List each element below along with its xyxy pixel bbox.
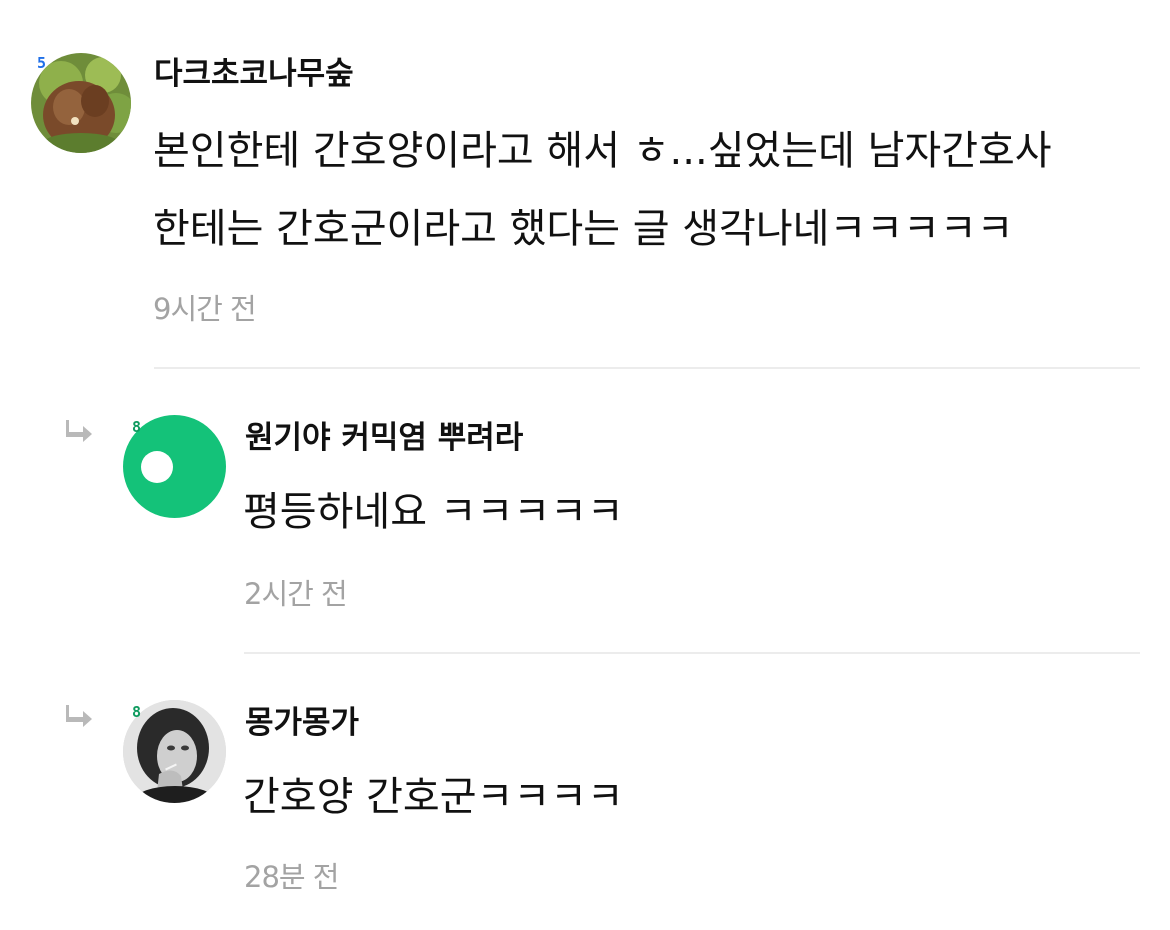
author-name[interactable]: 몽가몽가 (245, 705, 359, 741)
reply-item: 8 몽가몽가 간호양 간호군ㅋㅋㅋㅋ 28분 전 (0, 655, 1170, 930)
comment-text-line: 본인한테 간호양이라고 해서 ㅎ...싶었는데 남자간호사 (153, 128, 1052, 174)
comment-text: 평등하네요 ㅋㅋㅋㅋㅋ (243, 489, 624, 535)
author-name[interactable]: 원기야 커믹염 뿌려라 (245, 420, 523, 456)
divider (244, 652, 1140, 654)
reply-arrow-icon (66, 705, 92, 727)
reply-item: 8 원기야 커믹염 뿌려라 평등하네요 ㅋㅋㅋㅋㅋ 2시간 전 (0, 370, 1170, 655)
avatar-container[interactable]: 8 (120, 697, 230, 807)
level-badge: 8 (132, 418, 142, 436)
avatar-container[interactable]: 8 (120, 412, 230, 522)
level-badge: 8 (132, 703, 142, 721)
timestamp: 9시간 전 (153, 292, 257, 326)
timestamp: 28분 전 (244, 860, 339, 894)
author-name[interactable]: 다크초코나무숲 (154, 56, 354, 92)
level-badge: 5 (37, 54, 47, 72)
comment-item: 5 다크초코나무숲 본인한테 간호양이라고 해서 ㅎ...싶었는데 남자간호사 … (0, 0, 1170, 370)
timestamp: 2시간 전 (244, 577, 348, 611)
divider (154, 367, 1140, 369)
comment-text-line: 한테는 간호군이라고 했다는 글 생각나네ㅋㅋㅋㅋㅋ (153, 206, 1014, 252)
comment-text: 간호양 간호군ㅋㅋㅋㅋ (243, 774, 624, 820)
avatar-container[interactable]: 5 (28, 50, 134, 156)
reply-arrow-icon (66, 420, 92, 442)
